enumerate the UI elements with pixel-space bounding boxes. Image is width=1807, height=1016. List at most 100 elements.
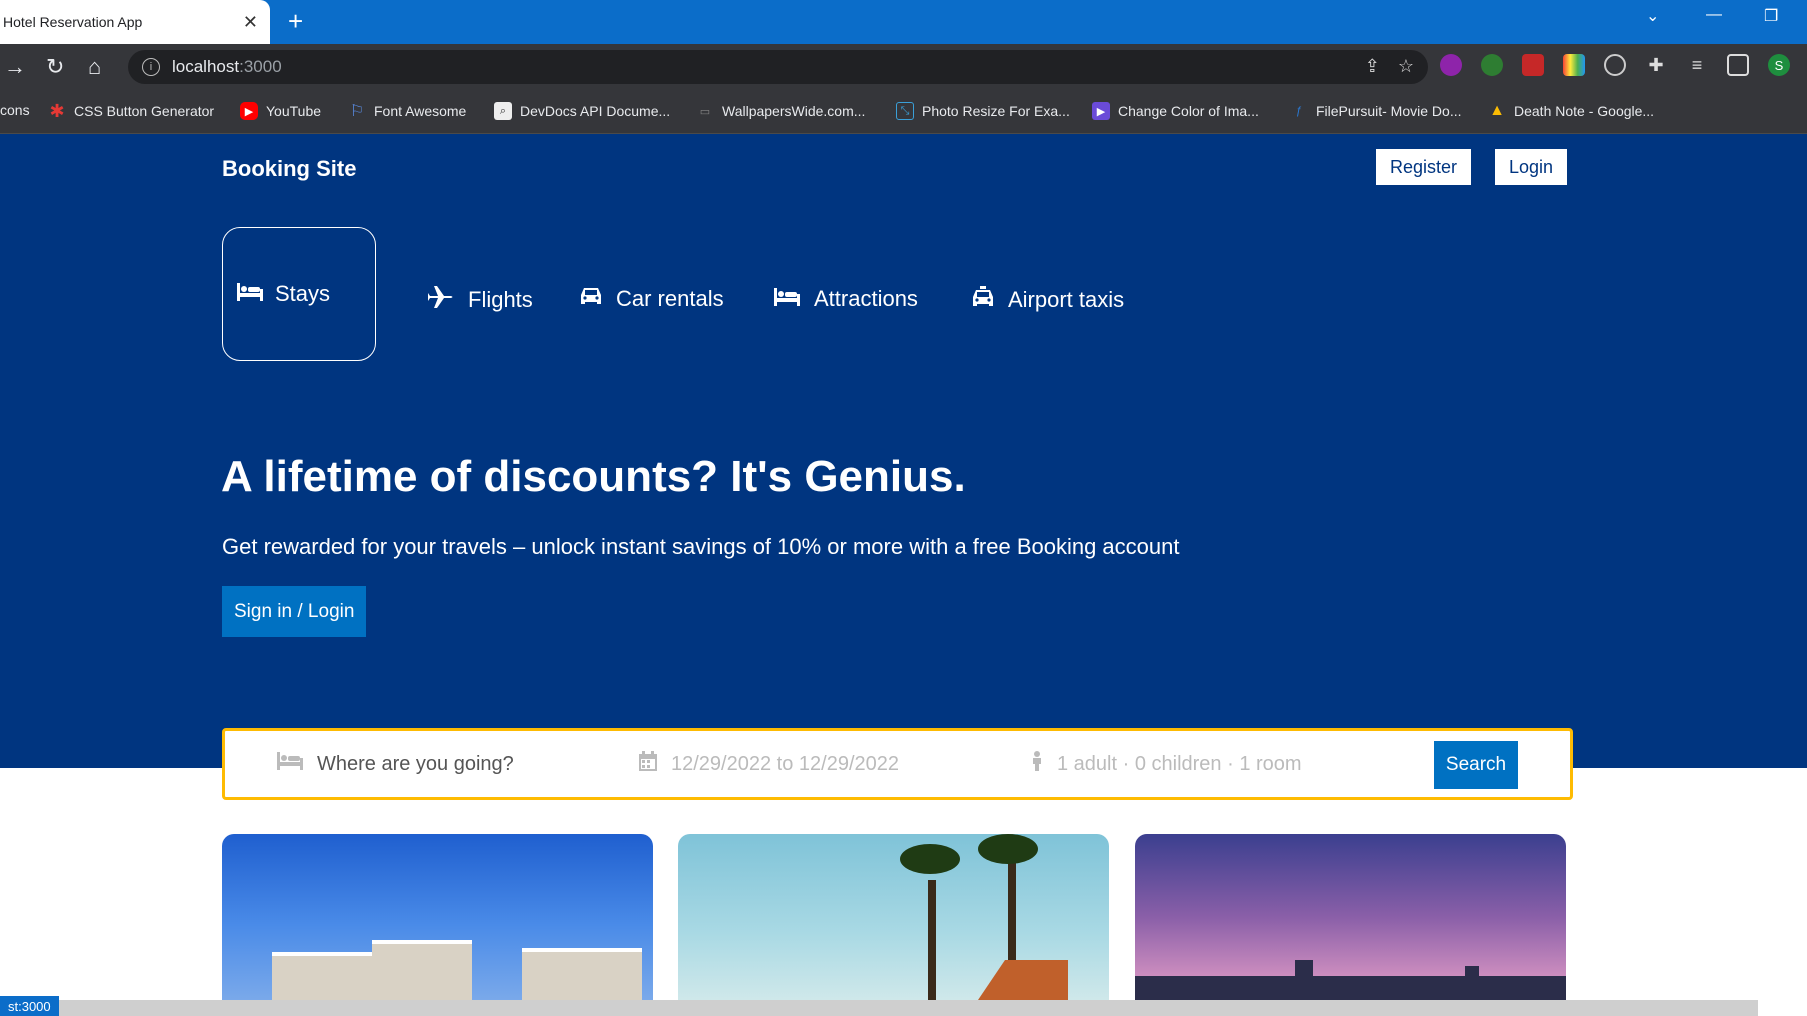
bookmark-item[interactable]: ⌕ DevDocs API Docume... [494,102,670,120]
login-button[interactable]: Login [1495,149,1568,185]
nav-item-label: Attractions [814,286,918,311]
nav-item-airport-taxis[interactable]: Airport taxis [972,286,1124,314]
destination-input[interactable]: Where are you going? [317,753,514,776]
nav-item-flights[interactable]: Flights [428,286,533,314]
bed-icon [277,752,303,776]
plane-icon [428,286,454,314]
extensions-bar: ✚ ≡ S [1440,54,1790,76]
url-port: :3000 [239,57,282,76]
palm-leaves [978,834,1038,864]
bookmark-item[interactable]: ƒ FilePursuit- Movie Do... [1290,102,1462,120]
minimize-icon[interactable]: — [1706,6,1722,24]
register-button[interactable]: Register [1376,149,1472,185]
bookmark-label: CSS Button Generator [74,103,215,119]
bookmark-label: WallpapersWide.com... [722,103,866,119]
search-button[interactable]: Search [1434,741,1518,789]
share-icon[interactable]: ⇪ [1365,56,1380,77]
browser-tab[interactable]: Hotel Reservation App ✕ [0,0,270,44]
bookmark-item[interactable]: ▲ Death Note - Google... [1488,102,1654,120]
bookmark-label: DevDocs API Docume... [520,103,671,119]
url-host: localhost [172,57,240,76]
site-logo[interactable]: Booking Site [222,156,356,182]
color-change-icon: ▶ [1092,102,1110,120]
building-shape [272,952,382,1000]
sign-in-button[interactable]: Sign in / Login [222,586,367,637]
nav-item-label: Car rentals [616,286,724,311]
extension-icon[interactable] [1440,54,1462,76]
bookmark-item[interactable]: cons [0,102,30,118]
nav-item-car-rentals[interactable]: Car rentals [580,286,724,312]
address-bar[interactable]: i localhost :3000 ⇪ ☆ [128,50,1428,84]
bookmark-label: FilePursuit- Movie Do... [1316,103,1462,119]
new-tab-button[interactable]: + [288,8,303,34]
youtube-icon: ▶ [240,102,258,120]
nav-item-label: Airport taxis [1008,287,1125,312]
extension-icon[interactable] [1522,54,1544,76]
hut-roof [978,960,1068,1000]
star-burst-icon: ✱ [49,100,65,121]
bookmark-item[interactable]: ▶ YouTube [240,102,321,120]
car-icon [580,286,602,312]
bookmark-item[interactable]: ⚐ Font Awesome [348,102,467,120]
calendar-icon [639,751,657,777]
reload-icon[interactable]: ↻ [46,54,64,80]
side-panel-icon[interactable] [1727,54,1749,76]
bed-icon [237,281,263,307]
home-icon[interactable]: ⌂ [88,54,101,80]
guests-text: 1 adult · 0 children · 1 room [1057,752,1302,775]
bookmark-item[interactable]: ⤡ Photo Resize For Exa... [896,102,1070,120]
puzzle-icon[interactable]: ✚ [1645,54,1667,76]
filepursuit-icon: ƒ [1295,105,1303,117]
guests-field[interactable]: 1 adult · 0 children · 1 room [1031,731,1302,797]
bookmark-item[interactable]: ▭ WallpapersWide.com... [696,102,866,120]
bookmark-item[interactable]: ▶ Change Color of Ima... [1092,102,1259,120]
search-bar: Where are you going? 12/29/2022 to 12/29… [222,728,1573,800]
wallpaper-icon: ▭ [699,105,711,118]
featured-image[interactable] [222,834,653,1000]
building-shape [372,940,472,1000]
google-drive-icon: ▲ [1489,102,1505,119]
person-icon [1031,751,1043,777]
featured-image[interactable] [1135,834,1566,1000]
horizontal-scrollbar[interactable] [52,1000,1758,1016]
bookmark-star-icon[interactable]: ☆ [1398,56,1414,77]
nav-item-attractions[interactable]: Attractions [774,286,918,312]
bookmark-label: cons [0,102,30,118]
extension-icon[interactable] [1563,54,1585,76]
resize-icon: ⤡ [896,102,914,120]
bookmark-label: Photo Resize For Exa... [922,103,1070,119]
nav-item-stays[interactable]: Stays [222,227,376,361]
featured-image[interactable] [678,834,1109,1000]
tab-title: Hotel Reservation App [3,14,143,30]
taxi-icon [972,286,994,314]
profile-avatar[interactable]: S [1768,54,1790,76]
date-range-field[interactable]: 12/29/2022 to 12/29/2022 [639,731,899,797]
hero-section: Booking Site Register Login Stays Flight… [0,134,1807,768]
skyline-tower [1295,960,1313,1000]
extension-icon[interactable] [1604,54,1626,76]
bookmark-item[interactable]: ✱ CSS Button Generator [48,100,215,121]
bed-icon [774,286,800,312]
tab-search-icon[interactable]: ⌄ [1646,6,1659,26]
browser-tab-strip: Hotel Reservation App ✕ + ⌄ — ❐ [0,0,1807,44]
bookmarks-bar: cons ✱ CSS Button Generator ▶ YouTube ⚐ … [0,90,1807,134]
extension-icon[interactable] [1481,54,1503,76]
skyline-tower [1465,966,1479,1000]
nav-item-label: Flights [468,287,533,312]
bookmark-label: Font Awesome [374,103,467,119]
browser-toolbar: → ↻ ⌂ i localhost :3000 ⇪ ☆ ✚ ≡ S [0,44,1807,90]
flag-icon: ⚐ [349,103,365,120]
destination-field[interactable]: Where are you going? [277,731,514,797]
building-shape [522,948,642,1000]
city-skyline [1135,976,1566,1000]
restore-icon[interactable]: ❐ [1764,6,1778,26]
close-tab-icon[interactable]: ✕ [243,12,258,33]
status-bar-url: st:3000 [0,996,59,1016]
palm-trunk [928,880,936,1000]
site-info-icon[interactable]: i [142,58,160,76]
devdocs-icon: ⌕ [494,102,512,120]
bookmark-label: YouTube [266,103,322,119]
forward-icon[interactable]: → [4,54,26,80]
bookmark-label: Death Note - Google... [1514,103,1655,119]
reading-list-icon[interactable]: ≡ [1686,54,1708,76]
